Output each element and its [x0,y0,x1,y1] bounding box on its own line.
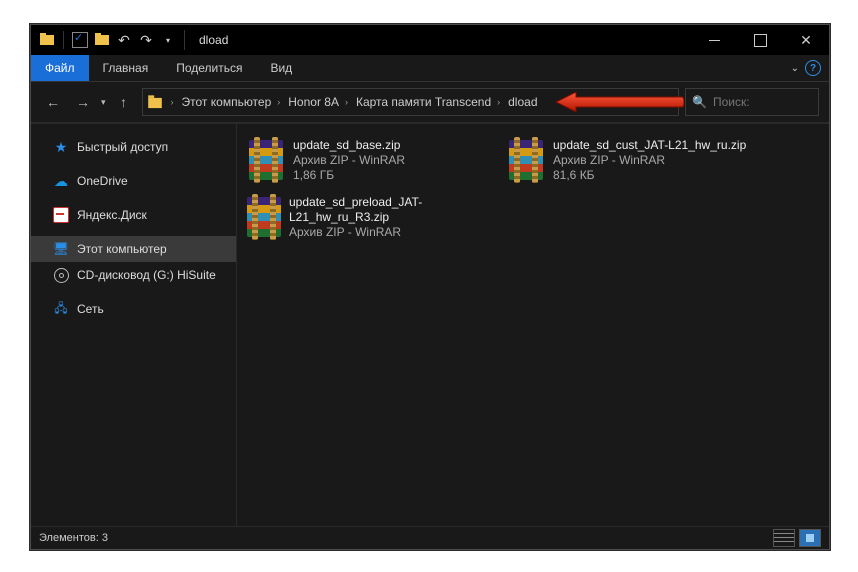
address-folder-icon [148,98,162,108]
nav-quick-access[interactable]: ★ Быстрый доступ [31,134,236,160]
quick-access-toolbar: ↶ ↷ ▾ [31,31,176,49]
window-icon[interactable] [39,32,55,48]
file-type: Архив ZIP - WinRAR [293,153,405,168]
star-icon: ★ [53,139,69,155]
yandex-disk-icon [53,207,69,223]
nav-network[interactable]: 🖧 Сеть [31,296,236,322]
ribbon: Файл Главная Поделиться Вид ⌄ ? [31,55,829,82]
file-name: update_sd_base.zip [293,138,405,153]
recent-locations-icon[interactable]: ▾ [101,97,106,108]
file-type: Архив ZIP - WinRAR [289,225,495,240]
tab-share[interactable]: Поделиться [162,55,256,81]
new-folder-icon[interactable] [94,32,110,48]
view-details-button[interactable] [773,529,795,547]
breadcrumb-root-caret[interactable]: › [167,97,178,107]
navigation-bar: ← → ▾ ↑ › Этот компьютер› Honor 8A› Карт… [31,82,829,123]
file-item[interactable]: update_sd_base.zip Архив ZIP - WinRAR 1,… [243,134,499,187]
breadcrumb-dload[interactable]: dload [504,95,541,109]
file-size: 81,6 КБ [553,168,746,183]
status-bar: Элементов: 3 [31,526,829,549]
titlebar-separator [184,30,185,50]
qat-dropdown-icon[interactable]: ▾ [160,32,176,48]
nav-yandex-disk[interactable]: Яндекс.Диск [31,202,236,228]
help-icon[interactable]: ? [805,60,821,76]
properties-icon[interactable] [72,32,88,48]
undo-icon[interactable]: ↶ [116,32,132,48]
back-button[interactable]: ← [41,90,65,114]
computer-icon: 🖥 [53,241,69,257]
explorer-body: ★ Быстрый доступ ☁ OneDrive Яндекс.Диск … [31,123,829,526]
tab-view[interactable]: Вид [256,55,306,81]
minimize-button[interactable] [691,25,737,55]
file-explorer-window: ↶ ↷ ▾ dload ✕ Файл Главная Поделиться Ви… [30,24,830,550]
forward-button[interactable]: → [71,90,95,114]
address-bar[interactable]: › Этот компьютер› Honor 8A› Карта памяти… [142,88,679,116]
file-list[interactable]: update_sd_base.zip Архив ZIP - WinRAR 1,… [237,124,829,526]
file-item[interactable]: update_sd_cust_JAT-L21_hw_ru.zip Архив Z… [503,134,759,187]
search-input[interactable]: 🔍 Поиск: [685,88,819,116]
status-item-count: Элементов: 3 [39,532,108,544]
tab-file[interactable]: Файл [31,55,89,81]
view-large-icons-button[interactable] [799,529,821,547]
redo-icon[interactable]: ↷ [138,32,154,48]
search-icon: 🔍 [692,95,707,109]
nav-cd-drive[interactable]: CD-дисковод (G:) HiSuite [31,262,236,288]
nav-this-pc[interactable]: 🖥 Этот компьютер [31,236,236,262]
file-type: Архив ZIP - WinRAR [553,153,746,168]
archive-icon [247,195,281,239]
network-icon: 🖧 [53,301,69,317]
window-title: dload [199,33,228,47]
file-item[interactable]: update_sd_preload_JAT-L21_hw_ru_R3.zip А… [243,191,499,244]
close-button[interactable]: ✕ [783,25,829,55]
refresh-icon[interactable]: ↻ [663,94,674,110]
file-name: update_sd_cust_JAT-L21_hw_ru.zip [553,138,746,153]
titlebar: ↶ ↷ ▾ dload ✕ [31,25,829,55]
nav-onedrive[interactable]: ☁ OneDrive [31,168,236,194]
cloud-icon: ☁ [53,173,69,189]
archive-icon [247,138,285,182]
ribbon-expand-icon[interactable]: ⌄ [791,63,799,74]
breadcrumb-this-pc[interactable]: Этот компьютер› [178,95,285,109]
up-button[interactable]: ↑ [112,90,136,114]
search-placeholder: Поиск: [713,95,750,109]
archive-icon [507,138,545,182]
tab-home[interactable]: Главная [89,55,163,81]
file-name: update_sd_preload_JAT-L21_hw_ru_R3.zip [289,195,495,225]
breadcrumb-transcend[interactable]: Карта памяти Transcend› [352,95,504,109]
file-size: 1,86 ГБ [293,168,405,183]
maximize-button[interactable] [737,25,783,55]
cd-icon [53,267,69,283]
navigation-pane: ★ Быстрый доступ ☁ OneDrive Яндекс.Диск … [31,124,237,526]
breadcrumb-honor-8a[interactable]: Honor 8A› [284,95,352,109]
